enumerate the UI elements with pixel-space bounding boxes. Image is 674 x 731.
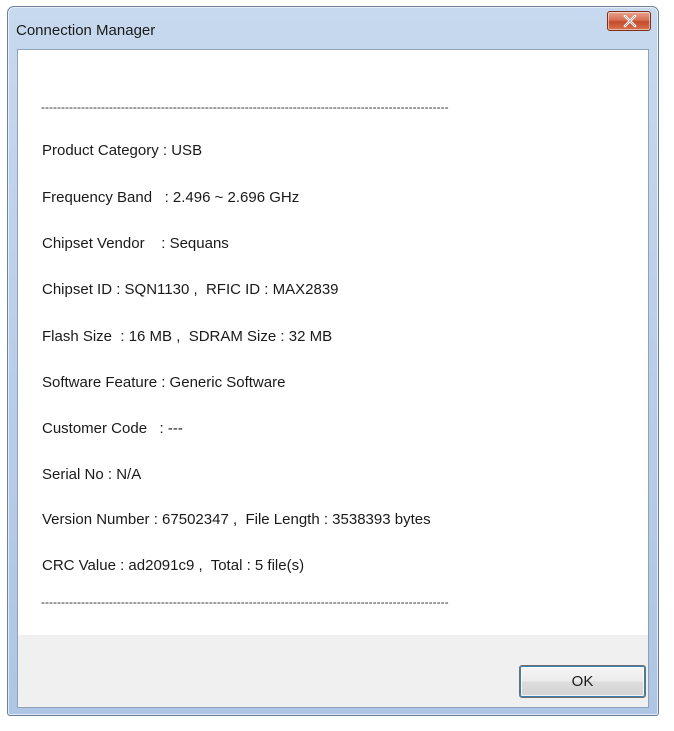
separator-top: ----------------------------------------…: [41, 100, 449, 114]
client-area: ----------------------------------------…: [17, 49, 649, 708]
dialog-window: Connection Manager ---------------------…: [7, 6, 659, 716]
customer-code-text: Customer Code : ---: [42, 420, 183, 437]
window-title: Connection Manager: [16, 22, 156, 39]
close-button[interactable]: [607, 11, 651, 31]
flash-size-text: Flash Size : 16 MB , SDRAM Size : 32 MB: [42, 328, 333, 345]
version-number-text: Version Number : 67502347 , File Length …: [42, 511, 431, 528]
crc-value-text: CRC Value : ad2091c9 , Total : 5 file(s): [42, 557, 305, 574]
button-bar: OK: [18, 635, 648, 707]
product-category-text: Product Category : USB: [42, 142, 203, 159]
serial-no-text: Serial No : N/A: [42, 466, 142, 483]
ok-button[interactable]: OK: [519, 665, 646, 698]
separator-bottom: ----------------------------------------…: [41, 595, 449, 609]
chipset-vendor-text: Chipset Vendor : Sequans: [42, 235, 229, 252]
frequency-band-text: Frequency Band : 2.496 ~ 2.696 GHz: [42, 189, 300, 206]
info-panel: ----------------------------------------…: [18, 50, 648, 635]
close-icon: [623, 15, 637, 28]
software-feature-text: Software Feature : Generic Software: [42, 374, 286, 391]
title-bar[interactable]: Connection Manager: [8, 7, 658, 47]
chipset-id-text: Chipset ID : SQN1130 , RFIC ID : MAX2839: [42, 281, 339, 298]
